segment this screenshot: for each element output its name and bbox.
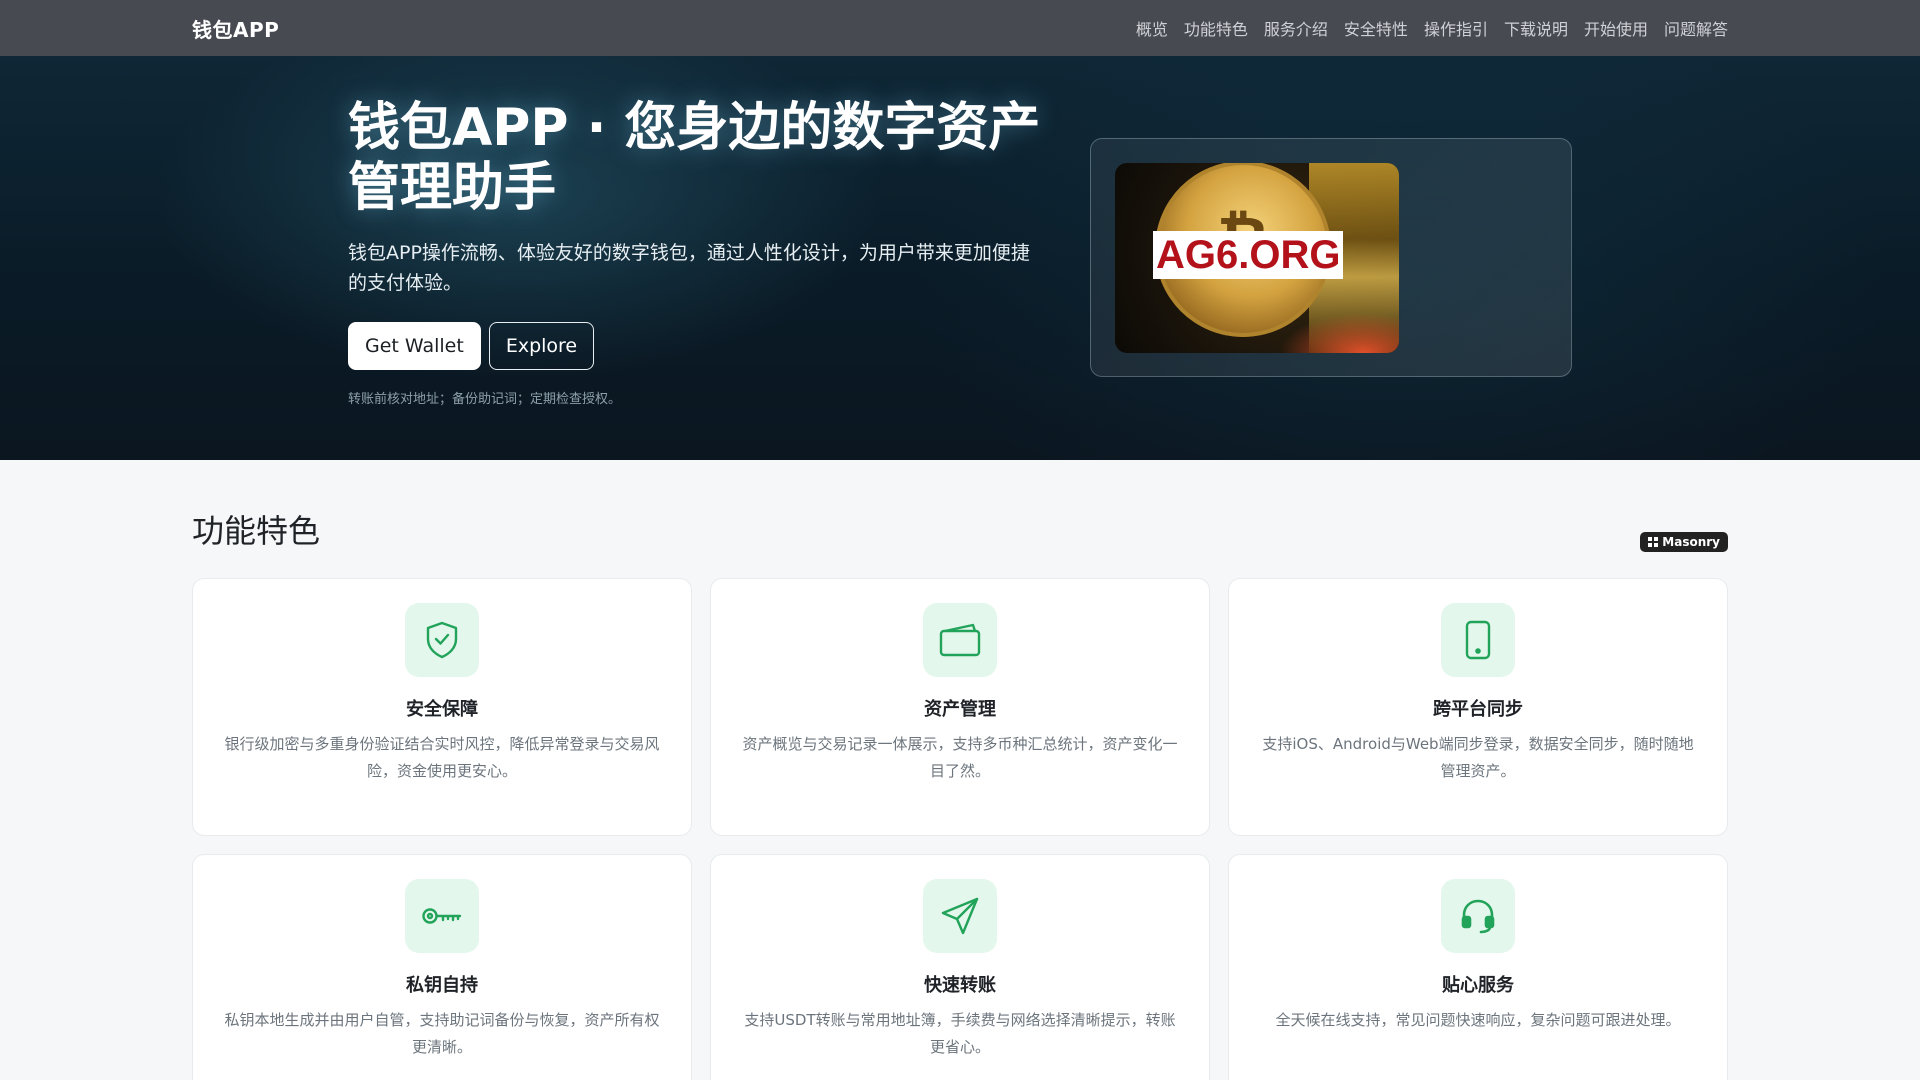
get-wallet-button[interactable]: Get Wallet: [348, 322, 481, 370]
grid-icon: [1648, 537, 1659, 547]
hero-buttons: Get Wallet Explore: [348, 322, 1048, 370]
nav-link-features[interactable]: 功能特色: [1184, 16, 1248, 40]
red-glow-graphic: [1279, 313, 1399, 353]
brand-logo[interactable]: 钱包APP: [192, 14, 279, 43]
card-description: 私钥本地生成并由用户自管，支持助记词备份与恢复，资产所有权更清晰。: [224, 1011, 660, 1056]
hero-image-card: ₿ AG6.ORG: [1090, 138, 1572, 377]
key-icon: [405, 879, 479, 953]
nav-link-services[interactable]: 服务介绍: [1264, 16, 1328, 40]
masonry-badge-label: Masonry: [1662, 535, 1720, 549]
hero-section: 钱包APP · 您身边的数字资产管理助手 钱包APP操作流畅、体验友好的数字钱包…: [0, 56, 1920, 460]
bitcoin-image: ₿ AG6.ORG: [1115, 163, 1399, 353]
hero-subtitle: 钱包APP操作流畅、体验友好的数字钱包，通过人性化设计，为用户带来更加便捷的支付…: [348, 242, 1030, 294]
feature-cards: 安全保障 银行级加密与多重身份验证结合实时风控，降低异常登录与交易风险，资金使用…: [192, 578, 1728, 1080]
card-description: 全天候在线支持，常见问题快速响应，复杂问题可跟进处理。: [1275, 1011, 1681, 1029]
nav-link-guide[interactable]: 操作指引: [1424, 16, 1488, 40]
card-title: 贴心服务: [1442, 975, 1514, 996]
navbar: 钱包APP 概览 功能特色 服务介绍 安全特性 操作指引 下载说明 开始使用 问…: [0, 0, 1920, 56]
card-title: 资产管理: [924, 699, 996, 720]
card-title: 跨平台同步: [1433, 699, 1523, 720]
feature-card-sync: 跨平台同步 支持iOS、Android与Web端同步登录，数据安全同步，随时随地…: [1228, 578, 1728, 836]
nav-links: 概览 功能特色 服务介绍 安全特性 操作指引 下载说明 开始使用 问题解答: [1136, 16, 1728, 40]
masonry-badge: Masonry: [1640, 532, 1728, 552]
explore-button[interactable]: Explore: [488, 322, 595, 370]
card-description: 银行级加密与多重身份验证结合实时风控，降低异常登录与交易风险，资金使用更安心。: [224, 735, 660, 780]
section-title: 功能特色: [192, 512, 321, 550]
shield-check-icon: [405, 603, 479, 677]
hero-safety-note: 转账前核对地址；备份助记词；定期检查授权。: [348, 392, 622, 407]
card-title: 快速转账: [924, 975, 996, 996]
card-title: 私钥自持: [406, 975, 478, 996]
hero-title: 钱包APP · 您身边的数字资产管理助手: [348, 98, 1041, 218]
card-description: 支持USDT转账与常用地址簿，手续费与网络选择清晰提示，转账更省心。: [744, 1011, 1176, 1056]
feature-card-support: 贴心服务 全天候在线支持，常见问题快速响应，复杂问题可跟进处理。: [1228, 854, 1728, 1080]
image-watermark: AG6.ORG: [1153, 231, 1344, 279]
headset-icon: [1441, 879, 1515, 953]
card-description: 资产概览与交易记录一体展示，支持多币种汇总统计，资产变化一目了然。: [742, 735, 1178, 780]
nav-link-overview[interactable]: 概览: [1136, 16, 1168, 40]
nav-link-security[interactable]: 安全特性: [1344, 16, 1408, 40]
feature-card-assets: 资产管理 资产概览与交易记录一体展示，支持多币种汇总统计，资产变化一目了然。: [710, 578, 1210, 836]
wallet-icon: [923, 603, 997, 677]
nav-link-faq[interactable]: 问题解答: [1664, 16, 1728, 40]
nav-link-download[interactable]: 下载说明: [1504, 16, 1568, 40]
hero-content: 钱包APP · 您身边的数字资产管理助手 钱包APP操作流畅、体验友好的数字钱包…: [348, 98, 1048, 407]
tablet-icon: [1441, 603, 1515, 677]
card-description: 支持iOS、Android与Web端同步登录，数据安全同步，随时随地管理资产。: [1262, 735, 1694, 780]
feature-card-private-key: 私钥自持 私钥本地生成并由用户自管，支持助记词备份与恢复，资产所有权更清晰。: [192, 854, 692, 1080]
card-title: 安全保障: [406, 699, 478, 720]
feature-card-transfer: 快速转账 支持USDT转账与常用地址簿，手续费与网络选择清晰提示，转账更省心。: [710, 854, 1210, 1080]
nav-link-get-started[interactable]: 开始使用: [1584, 16, 1648, 40]
feature-card-security: 安全保障 银行级加密与多重身份验证结合实时风控，降低异常登录与交易风险，资金使用…: [192, 578, 692, 836]
send-icon: [923, 879, 997, 953]
